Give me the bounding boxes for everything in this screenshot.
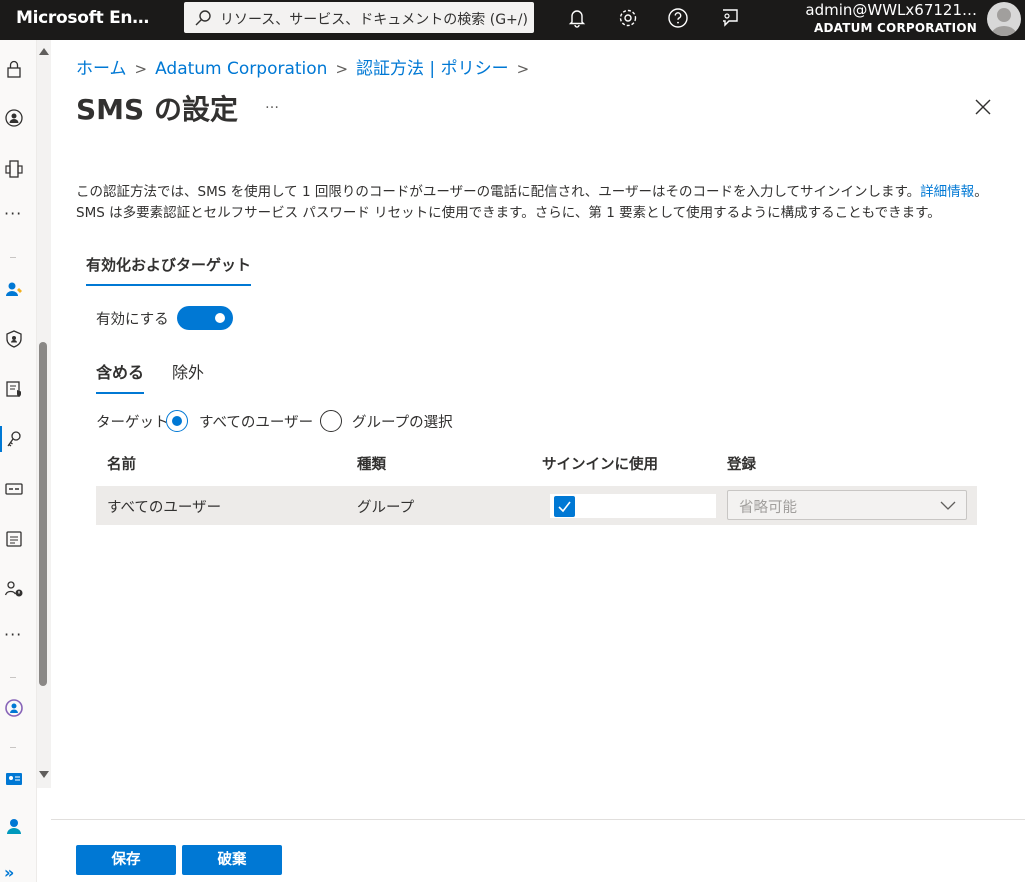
key-icon[interactable]	[4, 429, 24, 449]
breadcrumb-auth-methods[interactable]: 認証方法 | ポリシー	[356, 59, 509, 79]
rail-divider-2	[10, 677, 16, 678]
radio-select-groups-label[interactable]: グループの選択	[352, 411, 453, 432]
description-line1: この認証方法では、SMS を使用して 1 回限りのコードがユーザーの電話に配信さ…	[76, 184, 921, 200]
footer-divider	[51, 819, 1025, 820]
close-icon[interactable]	[974, 98, 992, 116]
id-card-icon[interactable]	[4, 479, 24, 499]
global-search[interactable]: リソース、サービス、ドキュメントの検索 (G+/)	[184, 2, 534, 33]
registration-dropdown[interactable]: 省略可能	[727, 490, 967, 520]
search-icon	[195, 10, 211, 26]
users-icon[interactable]	[4, 279, 24, 299]
discard-button[interactable]: 破棄	[182, 845, 282, 875]
page-title: SMS の設定	[76, 93, 238, 126]
enable-toggle[interactable]	[177, 306, 233, 330]
radio-all-users[interactable]	[166, 410, 188, 432]
devices-icon[interactable]	[4, 159, 24, 179]
shield-icon[interactable]	[4, 329, 24, 349]
document-icon[interactable]	[4, 529, 24, 549]
breadcrumb: ホーム > Adatum Corporation > 認証方法 | ポリシー >	[76, 54, 537, 79]
person-icon	[991, 8, 1017, 36]
column-header-registration: 登録	[727, 457, 756, 473]
tab-enable-and-target[interactable]: 有効化およびターゲット	[86, 254, 252, 286]
description-line2: SMS は多要素認証とセルフサービス パスワード リセットに使用できます。さらに…	[76, 205, 941, 221]
left-nav-rail: ··· ··· »	[0, 40, 37, 882]
breadcrumb-tenant[interactable]: Adatum Corporation	[155, 59, 327, 79]
identity-icon[interactable]	[4, 108, 24, 128]
column-header-name: 名前	[107, 457, 136, 473]
help-icon[interactable]	[667, 7, 689, 29]
column-header-type: 種類	[357, 457, 386, 473]
save-button[interactable]: 保存	[76, 845, 176, 875]
rail-divider	[10, 257, 16, 258]
radio-all-users-label[interactable]: すべてのユーザー	[199, 411, 313, 432]
rail-active-indicator	[0, 426, 2, 452]
expand-rail-icon[interactable]: »	[4, 863, 15, 882]
signin-checkbox[interactable]	[554, 496, 575, 517]
bell-icon[interactable]	[566, 7, 588, 29]
radio-select-groups[interactable]	[320, 410, 342, 432]
portal-brand[interactable]: Microsoft En…	[16, 8, 149, 28]
scroll-up-icon[interactable]	[39, 48, 49, 55]
tab-include[interactable]: 含める	[96, 359, 145, 394]
account-user: admin@WWLx67121…	[805, 1, 977, 19]
description: この認証方法では、SMS を使用して 1 回限りのコードがユーザーの電話に配信さ…	[76, 182, 1016, 224]
scroll-down-icon[interactable]	[39, 771, 49, 778]
policy-icon[interactable]	[4, 379, 24, 399]
checkmark-icon	[558, 501, 571, 513]
row-type: グループ	[357, 500, 415, 516]
enable-label: 有効にする	[96, 312, 169, 328]
target-label: ターゲット	[96, 415, 169, 431]
verified-id-icon[interactable]	[4, 769, 24, 789]
tab-exclude[interactable]: 除外	[172, 359, 204, 383]
more-options-icon[interactable]: …	[265, 96, 280, 112]
search-placeholder: リソース、サービス、ドキュメントの検索 (G+/)	[220, 12, 528, 28]
avatar[interactable]	[987, 2, 1021, 36]
rail-more-icon-2[interactable]: ···	[4, 625, 22, 644]
lock-icon[interactable]	[4, 59, 24, 79]
settings-icon[interactable]	[617, 7, 639, 29]
row-name: すべてのユーザー	[107, 500, 222, 516]
learn-more-link[interactable]: 詳細情報	[920, 184, 974, 200]
column-header-signin: サインインに使用	[542, 457, 658, 473]
rail-divider-3	[10, 747, 16, 748]
breadcrumb-home[interactable]: ホーム	[76, 59, 127, 79]
breadcrumb-separator: >	[335, 60, 349, 78]
rail-scroll-thumb[interactable]	[39, 342, 47, 686]
description-period: 。	[974, 184, 988, 200]
breadcrumb-separator: >	[134, 60, 148, 78]
account-info[interactable]: admin@WWLx67121… ADATUM CORPORATION	[805, 1, 977, 37]
account-tenant: ADATUM CORPORATION	[814, 21, 977, 35]
registration-value: 省略可能	[739, 500, 797, 516]
top-bar: Microsoft En… リソース、サービス、ドキュメントの検索 (G+/) …	[0, 0, 1025, 40]
learn-icon[interactable]	[4, 816, 24, 836]
rail-more-icon[interactable]: ···	[4, 204, 22, 223]
group-admin-icon[interactable]	[4, 698, 24, 718]
user-warning-icon[interactable]	[4, 579, 24, 599]
breadcrumb-separator: >	[516, 60, 530, 78]
chevron-down-icon	[940, 501, 956, 510]
feedback-icon[interactable]	[718, 7, 740, 29]
toggle-knob	[215, 313, 225, 323]
